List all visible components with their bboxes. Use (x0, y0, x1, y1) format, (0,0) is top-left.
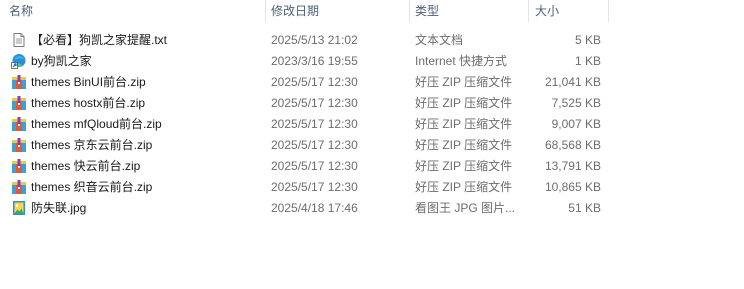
zip-archive-icon (11, 95, 27, 111)
file-type: 好压 ZIP 压缩文件 (415, 159, 513, 173)
zip-archive-icon (11, 116, 27, 132)
file-name: themes hostx前台.zip (31, 96, 146, 110)
file-modified-date: 2025/5/17 12:30 (271, 180, 358, 194)
file-size: 13,791 KB (544, 159, 601, 173)
file-type: 好压 ZIP 压缩文件 (415, 117, 513, 131)
file-size: 51 KB (568, 201, 601, 215)
column-header-bar: 名称 修改日期 类型 大小 (0, 0, 744, 22)
file-size: 1 KB (574, 54, 601, 68)
file-modified-date: 2025/5/17 12:30 (271, 75, 358, 89)
file-row[interactable]: themes 京东云前台.zip 2025/5/17 12:30 好压 ZIP 压缩… (0, 135, 744, 156)
file-name: themes BinUI前台.zip (31, 75, 146, 89)
file-modified-date: 2025/4/18 17:46 (271, 201, 358, 215)
zip-archive-icon (11, 137, 27, 153)
text-file-icon (11, 32, 27, 48)
file-row[interactable]: 【必看】狗凯之家提醒.txt 2025/5/13 21:02 文本文档 5 KB (0, 30, 744, 51)
file-name: themes 京东云前台.zip (31, 138, 153, 152)
file-size: 9,007 KB (551, 117, 601, 131)
file-type: 好压 ZIP 压缩文件 (415, 138, 513, 152)
file-size: 10,865 KB (544, 180, 601, 194)
file-row[interactable]: 防失联.jpg 2025/4/18 17:46 看图王 JPG 图片... 51 KB (0, 198, 744, 219)
column-header-type[interactable]: 类型 (415, 0, 439, 22)
file-type: Internet 快捷方式 (415, 54, 508, 68)
file-type: 好压 ZIP 压缩文件 (415, 180, 513, 194)
file-size: 68,568 KB (544, 138, 601, 152)
file-row[interactable]: themes 快云前台.zip 2025/5/17 12:30 好压 ZIP 压缩文… (0, 156, 744, 177)
file-name: 【必看】狗凯之家提醒.txt (31, 33, 168, 47)
file-row[interactable]: themes hostx前台.zip 2025/5/17 12:30 好压 ZIP … (0, 93, 744, 114)
file-name: themes 织音云前台.zip (31, 180, 153, 194)
column-header-size[interactable]: 大小 (535, 0, 559, 22)
column-header-name[interactable]: 名称 (9, 0, 33, 22)
file-row[interactable]: themes BinUI前台.zip 2025/5/17 12:30 好压 ZIP … (0, 72, 744, 93)
column-header-date[interactable]: 修改日期 (271, 0, 319, 22)
file-modified-date: 2025/5/13 21:02 (271, 33, 358, 47)
zip-archive-icon (11, 158, 27, 174)
file-modified-date: 2023/3/16 19:55 (271, 54, 358, 68)
internet-shortcut-icon (11, 53, 27, 69)
file-modified-date: 2025/5/17 12:30 (271, 96, 358, 110)
file-type: 文本文档 (415, 33, 464, 47)
file-type: 看图王 JPG 图片... (415, 201, 516, 215)
file-modified-date: 2025/5/17 12:30 (271, 117, 358, 131)
file-name: 防失联.jpg (31, 201, 87, 215)
zip-archive-icon (11, 74, 27, 90)
file-size: 5 KB (574, 33, 601, 47)
file-name: themes mfQloud前台.zip (31, 117, 162, 131)
column-divider[interactable] (265, 0, 266, 22)
file-size: 7,525 KB (551, 96, 601, 110)
file-name: by狗凯之家 (31, 54, 92, 68)
file-name: themes 快云前台.zip (31, 159, 141, 173)
file-list: 【必看】狗凯之家提醒.txt 2025/5/13 21:02 文本文档 5 KB by… (0, 30, 744, 219)
zip-archive-icon (11, 179, 27, 195)
file-row[interactable]: themes 织音云前台.zip 2025/5/17 12:30 好压 ZIP 压缩… (0, 177, 744, 198)
column-divider[interactable] (409, 0, 410, 22)
file-type: 好压 ZIP 压缩文件 (415, 75, 513, 89)
column-divider[interactable] (528, 0, 529, 22)
file-row[interactable]: themes mfQloud前台.zip 2025/5/17 12:30 好压 ZI… (0, 114, 744, 135)
file-size: 21,041 KB (544, 75, 601, 89)
file-type: 好压 ZIP 压缩文件 (415, 96, 513, 110)
image-file-icon (11, 200, 27, 216)
file-row[interactable]: by狗凯之家 2023/3/16 19:55 Internet 快捷方式 1 KB (0, 51, 744, 72)
file-modified-date: 2025/5/17 12:30 (271, 159, 358, 173)
file-modified-date: 2025/5/17 12:30 (271, 138, 358, 152)
column-divider[interactable] (608, 0, 609, 22)
